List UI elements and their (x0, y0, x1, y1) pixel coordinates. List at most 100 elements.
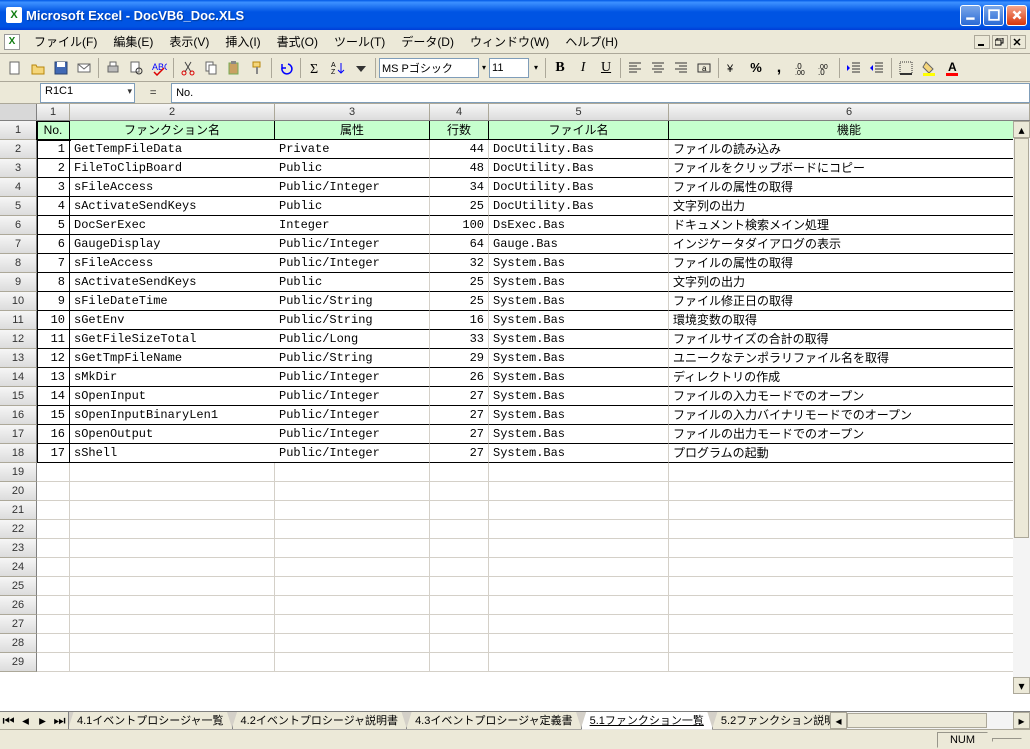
cell[interactable] (37, 596, 70, 615)
row-header[interactable]: 14 (0, 368, 37, 387)
maximize-button[interactable] (983, 5, 1004, 26)
cell[interactable] (275, 520, 430, 539)
cell[interactable]: 27 (430, 387, 489, 406)
cut-button[interactable] (177, 57, 199, 79)
cell[interactable]: 33 (430, 330, 489, 349)
cell[interactable]: Public/Integer (275, 178, 430, 197)
sheet-tab[interactable]: 4.3イベントプロシージャ定義書 (406, 712, 582, 730)
cell[interactable]: FileToClipBoard (70, 159, 275, 178)
cell[interactable] (275, 558, 430, 577)
row-header[interactable]: 16 (0, 406, 37, 425)
row-header[interactable]: 9 (0, 273, 37, 292)
cell[interactable]: 1 (37, 140, 70, 159)
cell[interactable] (275, 615, 430, 634)
cell[interactable]: 行数 (430, 121, 489, 140)
cell[interactable]: 25 (430, 292, 489, 311)
cell[interactable]: 8 (37, 273, 70, 292)
cell[interactable]: 11 (37, 330, 70, 349)
email-button[interactable] (73, 57, 95, 79)
cell[interactable] (275, 501, 430, 520)
cell[interactable] (275, 482, 430, 501)
undo-button[interactable] (275, 57, 297, 79)
cell[interactable]: 25 (430, 273, 489, 292)
bold-button[interactable]: B (549, 57, 571, 79)
cell[interactable]: sOpenInputBinaryLen1 (70, 406, 275, 425)
cell[interactable]: 10 (37, 311, 70, 330)
cell[interactable]: GaugeDisplay (70, 235, 275, 254)
cell[interactable]: sMkDir (70, 368, 275, 387)
cell[interactable] (275, 539, 430, 558)
menu-item[interactable]: 表示(V) (161, 31, 217, 52)
row-header[interactable]: 13 (0, 349, 37, 368)
cell[interactable] (37, 577, 70, 596)
col-header[interactable]: 6 (669, 104, 1030, 120)
cell[interactable]: System.Bas (489, 425, 669, 444)
italic-button[interactable]: I (572, 57, 594, 79)
cell[interactable] (37, 558, 70, 577)
cell[interactable] (489, 653, 669, 672)
sheet-tab[interactable]: 4.1イベントプロシージャ一覧 (69, 712, 233, 730)
cell[interactable]: System.Bas (489, 444, 669, 463)
cell[interactable] (37, 634, 70, 653)
row-header[interactable]: 4 (0, 178, 37, 197)
cell[interactable]: 27 (430, 444, 489, 463)
cell[interactable]: DocSerExec (70, 216, 275, 235)
cell[interactable] (430, 558, 489, 577)
cell[interactable]: DocUtility.Bas (489, 159, 669, 178)
cell[interactable] (70, 558, 275, 577)
cell[interactable]: 16 (430, 311, 489, 330)
align-center-button[interactable] (647, 57, 669, 79)
scroll-up-button[interactable]: ▴ (1013, 121, 1030, 138)
cell[interactable] (70, 482, 275, 501)
sheet-tab[interactable]: 4.2イベントプロシージャ説明書 (232, 712, 408, 730)
cell[interactable]: ファンクション名 (70, 121, 275, 140)
cell[interactable] (430, 634, 489, 653)
cell[interactable] (430, 501, 489, 520)
row-header[interactable]: 23 (0, 539, 37, 558)
align-left-button[interactable] (624, 57, 646, 79)
cell[interactable] (669, 482, 1030, 501)
cell[interactable]: 4 (37, 197, 70, 216)
cell[interactable] (430, 577, 489, 596)
cell[interactable]: ファイルの入力バイナリモードでのオープン (669, 406, 1030, 425)
menu-item[interactable]: ウィンドウ(W) (462, 31, 557, 52)
copy-button[interactable] (200, 57, 222, 79)
cell[interactable]: 29 (430, 349, 489, 368)
row-header[interactable]: 24 (0, 558, 37, 577)
cell[interactable] (669, 596, 1030, 615)
cell[interactable]: DocUtility.Bas (489, 178, 669, 197)
cell[interactable]: 機能 (669, 121, 1030, 140)
formula-input[interactable]: No. (171, 83, 1030, 103)
cell[interactable]: sOpenOutput (70, 425, 275, 444)
cell[interactable] (275, 596, 430, 615)
cell[interactable]: 13 (37, 368, 70, 387)
col-header[interactable]: 3 (275, 104, 430, 120)
cell[interactable]: Public/Integer (275, 387, 430, 406)
cell[interactable]: System.Bas (489, 311, 669, 330)
cell[interactable]: DocUtility.Bas (489, 140, 669, 159)
cell[interactable] (70, 615, 275, 634)
tab-next-button[interactable]: ▸ (34, 712, 51, 729)
cell[interactable]: Public/Integer (275, 235, 430, 254)
col-header[interactable]: 4 (430, 104, 489, 120)
scroll-down-button[interactable]: ▾ (1013, 677, 1030, 694)
mdi-minimize-button[interactable] (974, 35, 990, 49)
close-button[interactable] (1006, 5, 1027, 26)
cell[interactable] (669, 520, 1030, 539)
cell[interactable] (430, 463, 489, 482)
cell[interactable] (430, 653, 489, 672)
percent-button[interactable]: % (745, 57, 767, 79)
row-header[interactable]: 2 (0, 140, 37, 159)
cell[interactable]: System.Bas (489, 273, 669, 292)
underline-button[interactable]: U (595, 57, 617, 79)
cell[interactable]: Public/Integer (275, 254, 430, 273)
cell[interactable]: Public/String (275, 292, 430, 311)
spreadsheet-grid[interactable]: 1 2 3 4 5 6 1 No. ファンクション名 属性 行数 ファイル名 機… (0, 104, 1030, 711)
cell[interactable] (275, 634, 430, 653)
row-header[interactable]: 12 (0, 330, 37, 349)
mdi-restore-button[interactable] (992, 35, 1008, 49)
cell[interactable]: sGetFileSizeTotal (70, 330, 275, 349)
cell[interactable] (669, 463, 1030, 482)
cell[interactable]: 32 (430, 254, 489, 273)
cell[interactable]: sShell (70, 444, 275, 463)
